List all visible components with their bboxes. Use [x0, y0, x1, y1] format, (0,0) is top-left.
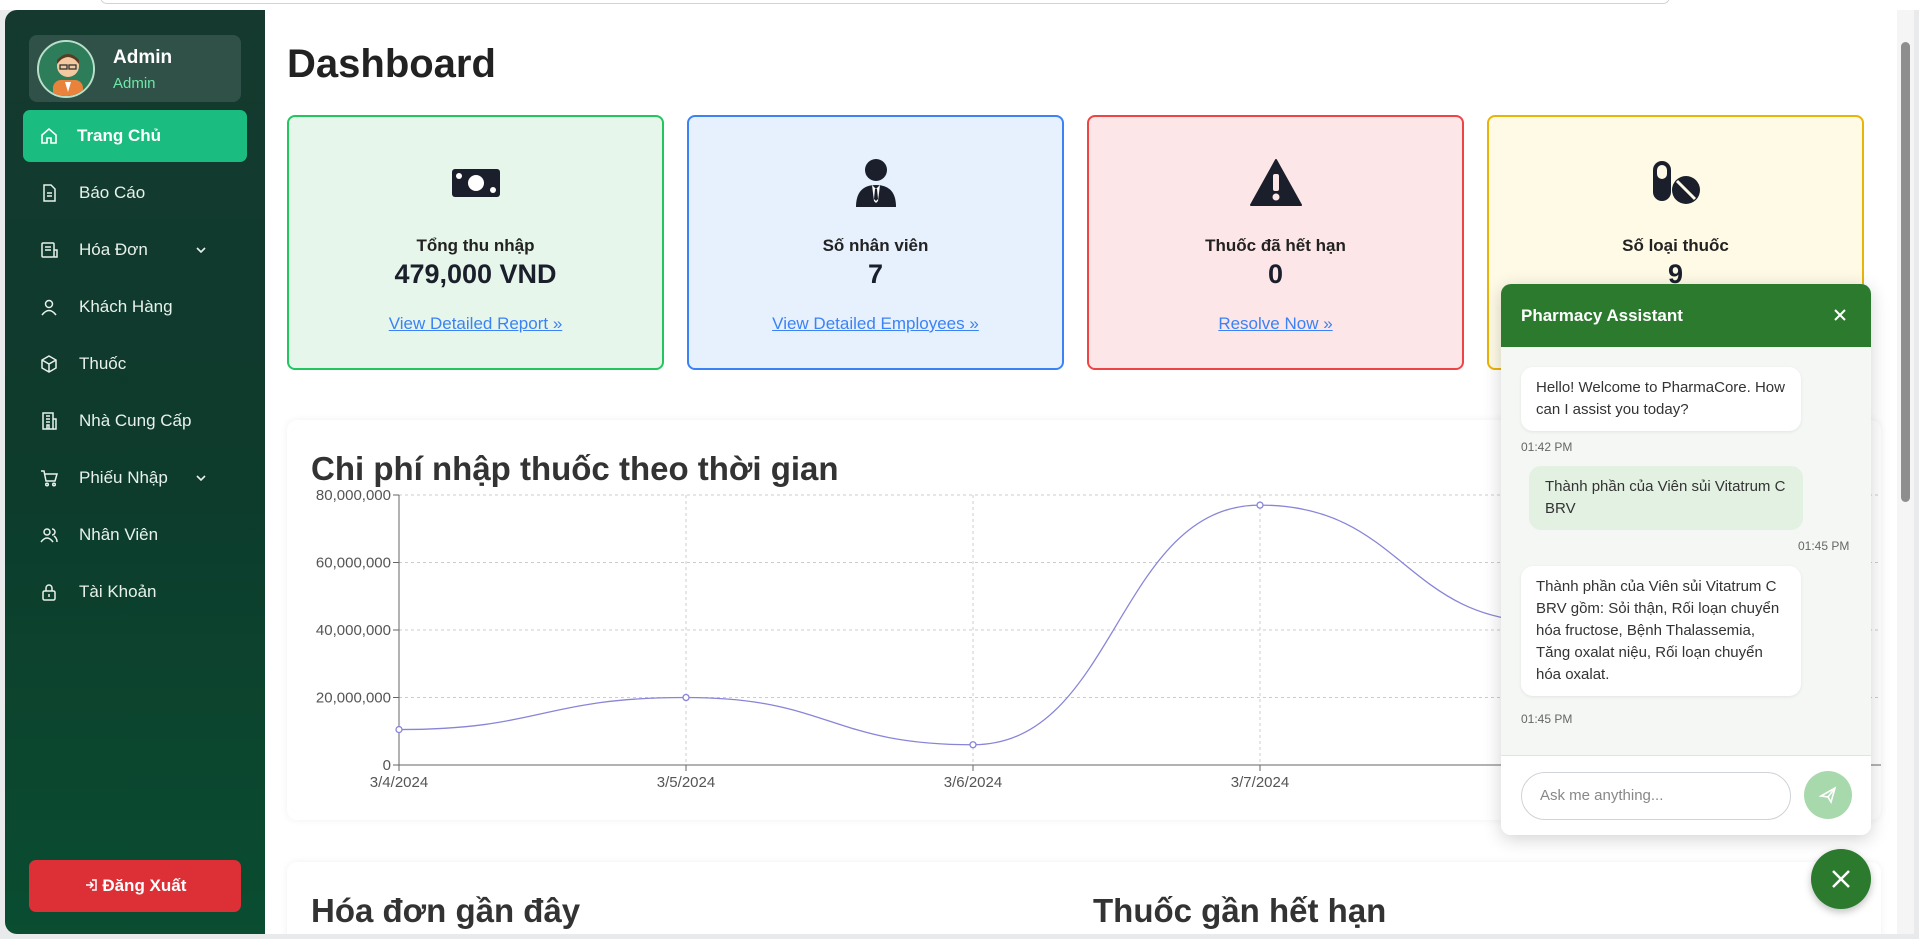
- sidebar-item-label: Thuốc: [79, 354, 127, 373]
- x-tick-label: 3/5/2024: [657, 774, 715, 791]
- message-time: 01:42 PM: [1521, 440, 1573, 454]
- money-icon: [451, 169, 500, 197]
- stat-card-expired: Thuốc đã hết hạn 0 Resolve Now »: [1087, 115, 1464, 370]
- view-report-link[interactable]: View Detailed Report »: [289, 314, 662, 334]
- x-tick-label: 3/4/2024: [370, 774, 428, 791]
- y-tick-label: 20,000,000: [316, 690, 391, 707]
- chat-input[interactable]: Ask me anything...: [1521, 772, 1791, 820]
- close-icon: [1832, 870, 1850, 888]
- warning-icon: [1249, 159, 1302, 206]
- chat-widget: Pharmacy Assistant Hello! Welcome to Pha…: [1501, 284, 1871, 835]
- resolve-now-link[interactable]: Resolve Now »: [1089, 314, 1462, 334]
- chat-header: Pharmacy Assistant: [1501, 284, 1871, 347]
- card-label: Tổng thu nhập: [416, 236, 535, 255]
- sidebar-item-hoa-don[interactable]: Hóa Đơn: [23, 224, 247, 276]
- series-line: [398, 504, 1548, 746]
- user-message: Thành phần của Viên sủi Vitatrum C BRV: [1529, 466, 1803, 530]
- chat-title: Pharmacy Assistant: [1521, 306, 1683, 325]
- building-icon: [42, 412, 57, 430]
- sidebar-item-nha-cung-cap[interactable]: Nhà Cung Cấp: [23, 395, 247, 447]
- message-time: 01:45 PM: [1521, 712, 1573, 726]
- close-icon[interactable]: [1829, 304, 1851, 326]
- data-point: [682, 693, 690, 702]
- sidebar-item-khach-hang[interactable]: Khách Hàng: [23, 281, 247, 333]
- chevron-down-icon: [196, 247, 206, 254]
- chart-title: Chi phí nhập thuốc theo thời gian: [311, 450, 839, 487]
- sidebar-item-phieu-nhap[interactable]: Phiếu Nhập: [23, 452, 247, 504]
- scrollbar-thumb[interactable]: [1901, 42, 1910, 502]
- users-icon: [40, 528, 58, 543]
- bot-message: Hello! Welcome to PharmaCore. How can I …: [1521, 367, 1801, 431]
- profile-name: Admin: [113, 47, 173, 68]
- y-tick-label: 60,000,000: [316, 555, 391, 572]
- pills-icon: [1652, 161, 1700, 204]
- box-icon: [41, 355, 57, 373]
- sidebar-item-label: Nhân Viên: [79, 525, 159, 544]
- send-button[interactable]: [1804, 771, 1852, 819]
- data-point: [969, 741, 977, 749]
- sidebar-item-label: Hóa Đơn: [79, 240, 148, 259]
- sidebar-item-tai-khoan[interactable]: Tài Khoản: [23, 566, 247, 618]
- page-scrollbar[interactable]: [1897, 10, 1914, 934]
- sidebar-item-label: Khách Hàng: [79, 297, 173, 316]
- bot-message: Thành phần của Viên sủi Vitatrum C BRV g…: [1521, 566, 1801, 696]
- y-tick-label: 80,000,000: [316, 490, 391, 504]
- sidebar-item-trang-chu[interactable]: Trang Chủ: [23, 110, 247, 162]
- sidebar-item-thuoc[interactable]: Thuốc: [23, 338, 247, 390]
- x-tick-label: 3/7/2024: [1231, 774, 1289, 791]
- logout-label: Đăng Xuất: [102, 876, 187, 895]
- user-profile[interactable]: Admin Admin: [29, 35, 241, 102]
- document-icon: [43, 184, 56, 202]
- sidebar-item-bao-cao[interactable]: Báo Cáo: [23, 167, 247, 219]
- sign-out-icon: [85, 879, 97, 891]
- x-tick-label: 3/6/2024: [944, 774, 1002, 791]
- card-label: Số loại thuốc: [1622, 236, 1729, 255]
- send-icon: [1818, 786, 1837, 804]
- sidebar-item-label: Tài Khoản: [79, 582, 157, 601]
- y-tick-label: 40,000,000: [316, 622, 391, 639]
- data-point: [1256, 501, 1264, 509]
- lock-icon: [42, 584, 56, 601]
- receipt-icon: [41, 242, 58, 258]
- employee-icon: [855, 159, 896, 207]
- view-employees-link[interactable]: View Detailed Employees »: [689, 314, 1062, 334]
- expiring-medicines-title: Thuốc gần hết hạn: [1093, 892, 1387, 929]
- bottom-panel: Hóa đơn gần đây Thuốc gần hết hạn: [287, 862, 1881, 934]
- address-bar[interactable]: [100, 0, 1670, 4]
- card-value: 7: [867, 259, 884, 289]
- profile-role: Admin: [113, 75, 156, 92]
- stat-card-employees: Số nhân viên 7 View Detailed Employees »: [687, 115, 1064, 370]
- message-time: 01:45 PM: [1798, 539, 1850, 553]
- sidebar-item-label: Phiếu Nhập: [79, 468, 168, 487]
- y-tick-label: 0: [383, 757, 391, 774]
- data-point: [395, 725, 403, 734]
- sidebar-item-label: Nhà Cung Cấp: [79, 411, 192, 430]
- card-value: 479,000 VND: [394, 259, 557, 289]
- card-label: Số nhân viên: [822, 236, 929, 255]
- avatar: [37, 40, 95, 98]
- chat-toggle-button[interactable]: [1811, 849, 1871, 909]
- cart-icon: [41, 470, 58, 487]
- recent-invoices-title: Hóa đơn gần đây: [311, 892, 581, 929]
- browser-top-strip: [0, 0, 1919, 10]
- stat-card-income: Tổng thu nhập 479,000 VND View Detailed …: [287, 115, 664, 370]
- card-label: Thuốc đã hết hạn: [1205, 236, 1346, 255]
- sidebar: Admin Admin Trang Chủ Báo Cáo Hóa Đơn Kh…: [5, 10, 265, 934]
- chat-messages: Hello! Welcome to PharmaCore. How can I …: [1501, 347, 1871, 755]
- home-icon: [41, 127, 57, 144]
- sidebar-item-label: Trang Chủ: [77, 126, 162, 145]
- chevron-down-icon: [196, 475, 206, 482]
- sidebar-item-nhan-vien[interactable]: Nhân Viên: [23, 509, 247, 561]
- logout-button[interactable]: Đăng Xuất: [29, 860, 241, 912]
- user-icon: [41, 299, 57, 316]
- chat-footer: Ask me anything...: [1501, 755, 1871, 835]
- sidebar-item-label: Báo Cáo: [79, 183, 146, 202]
- page-title: Dashboard: [287, 42, 496, 86]
- card-value: 0: [1267, 259, 1284, 289]
